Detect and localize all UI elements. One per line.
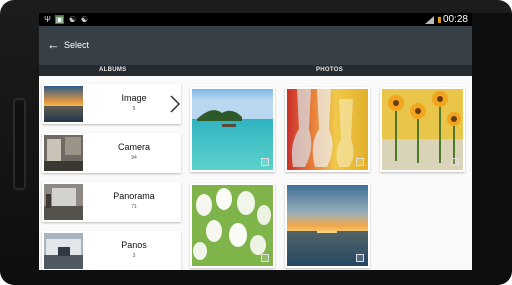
image-notification-icon: ▣ [55, 15, 64, 24]
tab-albums[interactable]: ALBUMS [99, 65, 126, 76]
album-item-image[interactable]: Image 5 [42, 84, 181, 124]
album-count: 94 [131, 155, 137, 161]
screen: Ψ ▣ ☯ ☯ ▮ 00:28 ← Select ALBUMS PHOTOS I… [39, 13, 472, 270]
arrow-left-icon[interactable]: ← [47, 38, 61, 52]
photo-tile-tulips[interactable] [190, 183, 275, 268]
select-checkbox[interactable] [356, 158, 364, 166]
clock: 00:28 [442, 14, 468, 25]
photo-tile-sunflowers[interactable] [380, 87, 465, 172]
album-count: 3 [132, 253, 136, 259]
select-checkbox[interactable] [356, 254, 364, 262]
speaker-slot [13, 98, 26, 190]
album-item-panorama[interactable]: Panorama 71 [42, 182, 181, 222]
photo-tile-glasses[interactable] [285, 87, 370, 172]
cat-icon: ☯ [80, 15, 89, 24]
tab-photos[interactable]: PHOTOS [316, 65, 343, 76]
cat-icon: ☯ [68, 15, 77, 24]
chevron-right-icon [170, 95, 181, 113]
photo-tile-ocean-sunset[interactable] [285, 183, 370, 268]
album-thumbnail [44, 86, 83, 122]
select-checkbox[interactable] [261, 158, 269, 166]
content-area: Image 5 Camera 94 Panorama 71 Panos 3 [39, 76, 472, 270]
album-name: Image [121, 93, 147, 103]
album-name: Camera [117, 142, 150, 152]
album-name: Panorama [113, 191, 155, 201]
action-bar: ← Select [39, 26, 472, 65]
album-name: Panos [121, 240, 147, 250]
usb-icon: Ψ [44, 15, 51, 24]
select-checkbox[interactable] [261, 254, 269, 262]
tab-bar: ALBUMS PHOTOS [39, 65, 472, 76]
status-bar: Ψ ▣ ☯ ☯ ▮ 00:28 [39, 13, 472, 26]
album-thumbnail [44, 184, 83, 220]
page-title: Select [64, 40, 90, 50]
album-thumbnail [44, 233, 83, 269]
photo-tile-beach[interactable] [190, 87, 275, 172]
signal-icon [425, 16, 434, 24]
album-thumbnail [44, 135, 83, 171]
phone-right-bezel [472, 13, 512, 270]
album-count: 71 [131, 204, 137, 210]
select-checkbox[interactable] [451, 158, 459, 166]
album-count: 5 [132, 106, 136, 112]
album-item-panos[interactable]: Panos 3 [42, 231, 181, 270]
album-item-camera[interactable]: Camera 94 [42, 133, 181, 173]
